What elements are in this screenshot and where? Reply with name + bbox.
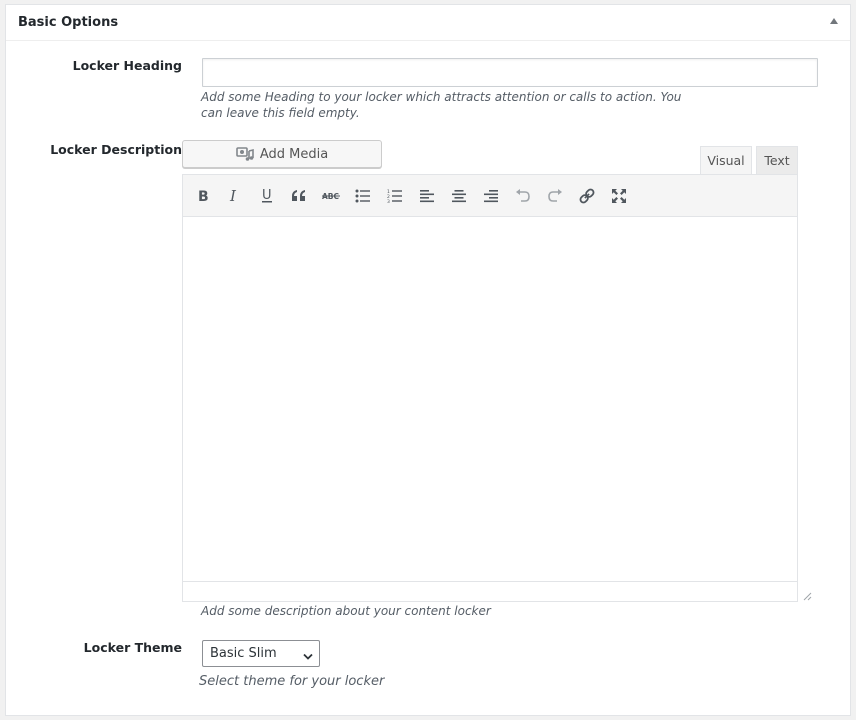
locker-theme-help: Select theme for your locker [199, 674, 385, 689]
redo-icon[interactable] [542, 183, 568, 209]
bold-icon[interactable]: B [190, 183, 216, 209]
locker-description-help: Add some description about your content … [201, 604, 491, 618]
editor-toolbar: B I U ABC 123 [183, 175, 797, 217]
fullscreen-icon[interactable] [606, 183, 632, 209]
align-center-icon[interactable] [446, 183, 472, 209]
chevron-down-icon [303, 650, 313, 665]
tab-text[interactable]: Text [756, 146, 798, 174]
underline-icon[interactable]: U [254, 183, 280, 209]
locker-heading-description-line1: Add some Heading to your locker which at… [201, 90, 682, 104]
panel-title: Basic Options [18, 15, 119, 30]
svg-text:B: B [198, 189, 209, 203]
editor-content-area[interactable] [183, 217, 797, 581]
svg-text:I: I [229, 189, 237, 203]
link-icon[interactable] [574, 183, 600, 209]
strikethrough-icon[interactable]: ABC [318, 183, 344, 209]
resize-handle-icon[interactable] [800, 586, 812, 601]
align-right-icon[interactable] [478, 183, 504, 209]
add-media-label: Add Media [259, 146, 329, 162]
add-media-icon [236, 146, 254, 162]
locker-heading-input[interactable] [202, 58, 818, 87]
rich-text-editor: B I U ABC 123 [182, 174, 798, 602]
undo-icon[interactable] [510, 183, 536, 209]
locker-heading-label: Locker Heading [72, 58, 182, 73]
editor-status-bar [183, 581, 797, 601]
italic-icon[interactable]: I [222, 183, 248, 209]
panel-header[interactable]: Basic Options [6, 5, 850, 41]
locker-theme-select[interactable]: Basic Slim [202, 640, 320, 667]
locker-description-label: Locker Description [50, 142, 182, 157]
bulleted-list-icon[interactable] [350, 183, 376, 209]
svg-text:3: 3 [387, 199, 390, 203]
locker-heading-description-line2: can leave this field empty. [201, 106, 360, 120]
align-left-icon[interactable] [414, 183, 440, 209]
locker-theme-label: Locker Theme [83, 640, 182, 655]
tab-visual[interactable]: Visual [700, 146, 752, 174]
collapse-arrow-icon[interactable] [830, 18, 838, 24]
blockquote-icon[interactable] [286, 183, 312, 209]
numbered-list-icon[interactable]: 123 [382, 183, 408, 209]
add-media-button[interactable]: Add Media [182, 140, 382, 168]
locker-theme-selected-value: Basic Slim [210, 646, 277, 661]
svg-text:U: U [262, 188, 272, 203]
